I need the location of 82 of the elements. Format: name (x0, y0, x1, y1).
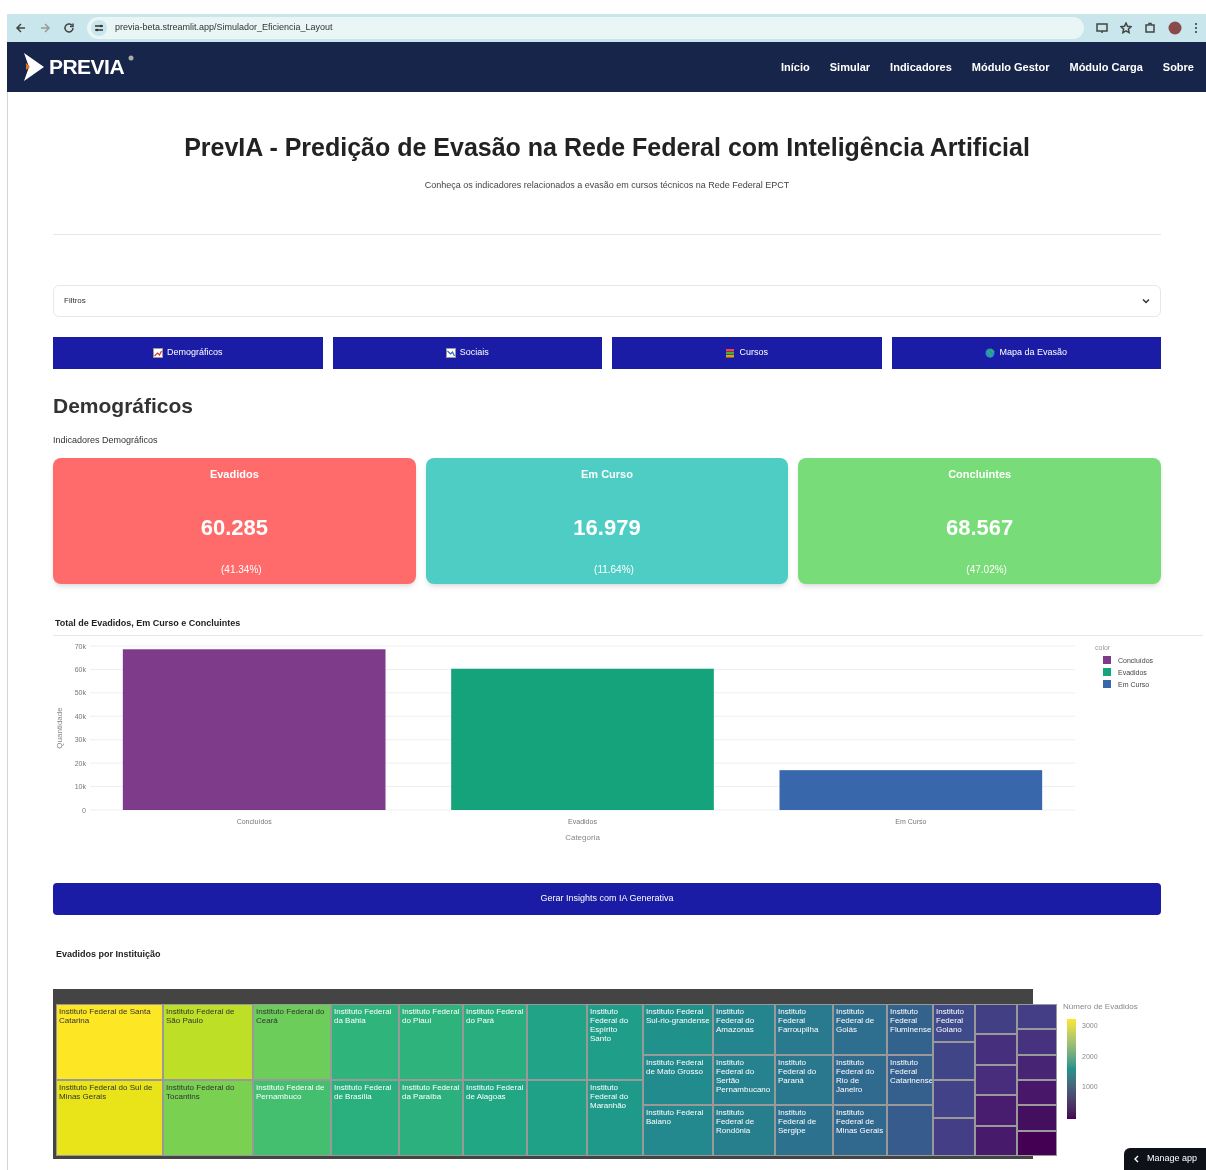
site-settings-icon (94, 23, 104, 33)
tile-label: Instituto Federal de Santa Catarina (59, 1007, 152, 1025)
colorbar-title: Número de Evadidos (1063, 1001, 1138, 1013)
filters-expander[interactable]: Filtros (53, 285, 1161, 317)
metric-title: Em Curso (581, 467, 633, 482)
y-axis-title: Quantidade (55, 706, 64, 749)
tile-label: Instituto Federal Catarinense (890, 1057, 930, 1085)
chart-icon (153, 348, 163, 358)
tile-label: Instituto Federal do Amazonas (716, 1007, 756, 1034)
metric-percent: (47.02%) (966, 562, 1007, 577)
tile-label: Instituto Federal de Brasília (334, 1083, 393, 1101)
section-heading: Demográficos (53, 393, 195, 419)
tile-label: Instituto Federal do Paraná (778, 1057, 818, 1085)
section-button[interactable]: Sociais (332, 337, 602, 369)
treemap-title: Evadidos por Instituição (56, 947, 162, 961)
tile-label: Instituto Federal do Ceará (256, 1007, 326, 1025)
globe-icon (985, 348, 996, 358)
logo-text: PREVIA (49, 54, 125, 81)
nav-link[interactable]: Módulo Gestor (971, 58, 1050, 76)
avatar-icon (1168, 21, 1182, 35)
reload-icon[interactable] (63, 22, 75, 34)
legend-swatch (1103, 667, 1111, 676)
tile-label: Instituto Federal de Mato Grosso (646, 1057, 705, 1076)
nav-link[interactable]: Indicadores (890, 58, 952, 76)
nav-link[interactable]: Módulo Carga (1069, 58, 1143, 76)
nav-link[interactable]: Início (781, 58, 810, 76)
tile-label: Instituto Federal de São Paulo (166, 1007, 236, 1025)
metric-value: 60.285 (200, 513, 268, 542)
forward-arrow-icon (39, 22, 51, 34)
tile-label: Instituto Federal Sul-rio-grandense (646, 1007, 710, 1025)
tile-label: Instituto Federal de Minas Gerais (836, 1108, 884, 1136)
tile-label: Instituto Federal do Sertão Pernambucano (716, 1057, 772, 1094)
cast-icon (1096, 22, 1108, 34)
page-subtitle: Conheça os indicadores relacionados a evasão em cursos técnicos na Rede Federal EPCT (423, 178, 791, 192)
section-button[interactable]: Cursos (612, 337, 882, 369)
metric-percent: (41.34%) (221, 562, 262, 577)
metric-percent: (11.64%) (594, 562, 634, 577)
tile-label: Instituto Federal do Maranhão (590, 1083, 630, 1110)
metric-title: Concluintes (948, 467, 1012, 482)
metric-title: Evadidos (209, 467, 259, 482)
more-menu-icon (1194, 22, 1198, 34)
metric-value: 16.979 (573, 513, 641, 542)
x-axis-title: Categoria (565, 832, 600, 842)
tile-label: Instituto Federal Goiano (936, 1007, 965, 1034)
tile-label: Instituto Federal do Tocantins (166, 1083, 236, 1101)
books-icon (725, 348, 736, 358)
registered-mark-icon (128, 55, 135, 62)
metric-value: 68.567 (946, 513, 1014, 542)
legend-swatch (1103, 679, 1111, 688)
tile-label: Instituto Federal do Sul de Minas Gerais (59, 1083, 154, 1101)
tile-label: Instituto Federal de Goiás (836, 1007, 876, 1034)
tile-label: Instituto Federal Baiano (646, 1108, 705, 1127)
tile-label: Instituto Federal Farroupilha (778, 1007, 820, 1034)
nav-link[interactable]: Sobre (1162, 58, 1194, 76)
insights-button[interactable]: Gerar Insights com IA Generativa (53, 882, 1161, 915)
page-title: PrevIA - Predição de Evasão na Rede Federal com Inteligência Artificial (183, 132, 1031, 163)
tile-label: Instituto Federal do Pará (466, 1007, 524, 1025)
chart-title: Total de Evadidos, Em Curso e Concluintes (55, 617, 242, 630)
tile-label: Instituto Federal de Alagoas (466, 1083, 524, 1101)
tile-label: Instituto Federal da Bahia (334, 1007, 393, 1025)
tile-label: Instituto Federal de Pernambuco (256, 1083, 326, 1101)
chart-icon (445, 348, 456, 358)
tile-label: Instituto Federal Fluminense (890, 1007, 930, 1034)
chevron-left-icon (1132, 1155, 1139, 1163)
section-button[interactable]: Mapa da Evasão (891, 337, 1161, 369)
play-arrow-logo-icon (23, 52, 45, 82)
tile-label: Instituto Federal de Sergipe (778, 1108, 818, 1136)
chevron-down-icon (1142, 297, 1150, 305)
star-icon (1120, 22, 1132, 34)
address-bar[interactable]: previa-beta.streamlit.app/Simulador_Eficiencia_Layout (87, 17, 1084, 39)
section-subtitle: Indicadores Demográficos (53, 433, 159, 447)
nav-link[interactable]: Simular (829, 58, 871, 76)
section-button[interactable]: Demográficos (53, 337, 323, 369)
url-text: previa-beta.streamlit.app/Simulador_Eficiencia_Layout (115, 21, 333, 35)
back-arrow-icon[interactable] (15, 22, 27, 34)
tile-label: Instituto Federal da Paraíba (402, 1083, 460, 1101)
manage-app-button[interactable]: Manage app (1124, 1148, 1206, 1170)
tile-label: Instituto Federal do Piauí (402, 1007, 460, 1025)
legend-swatch (1103, 655, 1111, 664)
tile-label: Instituto Federal do Espírito Santo (590, 1007, 630, 1043)
tile-label: Instituto Federal de Rondônia (716, 1108, 756, 1136)
tile-label: Instituto Federal do Rio de Janeiro (836, 1057, 876, 1094)
